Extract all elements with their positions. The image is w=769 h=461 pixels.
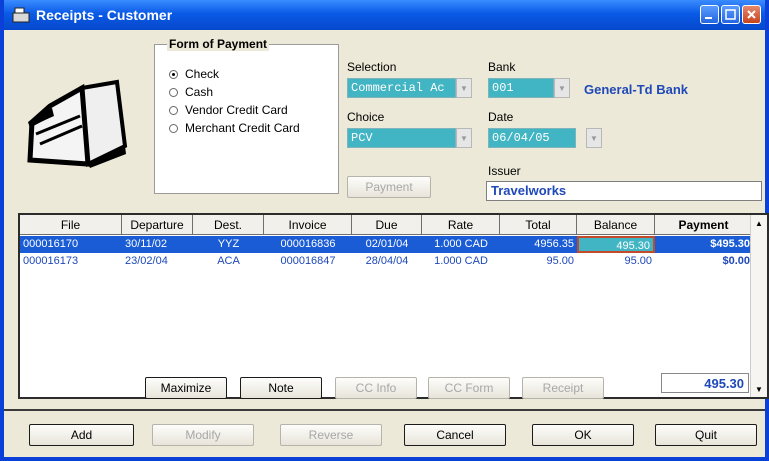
cc-form-button[interactable]: CC Form — [428, 377, 510, 399]
cell-rate: 1.000 CAD — [434, 238, 488, 250]
cash-register-illustration — [27, 79, 128, 168]
radio-cash-label: Cash — [185, 85, 214, 99]
maximize-button[interactable]: Maximize — [145, 377, 227, 399]
cell-payment: $495.30 — [710, 238, 750, 250]
scroll-down-icon[interactable]: ▼ — [751, 381, 767, 397]
choice-value: PCV — [347, 128, 456, 148]
close-icon — [747, 10, 756, 19]
add-button[interactable]: Add — [29, 424, 134, 446]
cell-invoice: 000016847 — [280, 255, 336, 267]
bank-value: 001 — [488, 78, 554, 98]
cell-balance: 95.00 — [624, 255, 652, 267]
cell-invoice: 000016836 — [280, 238, 336, 250]
radio-check-label: Check — [185, 67, 220, 81]
minimize-button[interactable] — [700, 5, 719, 24]
cell-file: 000016173 — [23, 255, 79, 267]
receipt-button[interactable]: Receipt — [522, 377, 604, 399]
issuer-field[interactable]: Travelworks — [486, 181, 762, 201]
window-title: Receipts - Customer — [36, 7, 173, 23]
date-field[interactable]: 06/04/05 ▼ — [488, 128, 602, 148]
choice-label: Choice — [347, 110, 385, 124]
cell-balance-editor[interactable]: 495.30 — [577, 236, 655, 253]
radio-vendor-credit-card-label: Vendor Credit Card — [185, 103, 288, 117]
radio-merchant-credit-card-label: Merchant Credit Card — [185, 121, 300, 135]
payment-button[interactable]: Payment — [347, 176, 431, 198]
cell-due: 02/01/04 — [365, 238, 409, 250]
issuer-label: Issuer — [488, 164, 521, 178]
form-of-payment-legend: Form of Payment — [167, 37, 270, 51]
selection-value: Commercial Ac — [347, 78, 456, 98]
minimize-icon — [705, 17, 712, 19]
receipts-window: Receipts - Customer Form of Payment Chec… — [0, 0, 769, 461]
note-button[interactable]: Note — [240, 377, 322, 399]
quit-button[interactable]: Quit — [655, 424, 757, 446]
col-due[interactable]: Due — [352, 215, 422, 235]
payment-total: 495.30 — [661, 373, 749, 393]
cc-info-button[interactable]: CC Info — [335, 377, 417, 399]
table-row[interactable]: 000016170 30/11/02 YYZ 000016836 02/01/0… — [20, 236, 753, 253]
bank-combo[interactable]: 001 ▼ — [488, 78, 570, 98]
radio-vendor-credit-card-dot[interactable] — [169, 105, 178, 115]
maximize-window-button[interactable] — [721, 5, 740, 24]
receipts-table: File Departure Dest. Invoice Due Rate To… — [18, 213, 769, 399]
col-rate[interactable]: Rate — [422, 215, 500, 235]
divider — [4, 409, 765, 411]
radio-vendor-credit-card[interactable]: Vendor Credit Card — [169, 103, 288, 117]
selection-combo[interactable]: Commercial Ac ▼ — [347, 78, 472, 98]
close-button[interactable] — [742, 5, 761, 24]
cell-file: 000016170 — [23, 238, 79, 250]
cell-dest: ACA — [217, 255, 240, 267]
radio-merchant-credit-card[interactable]: Merchant Credit Card — [169, 121, 300, 135]
form-of-payment-group: Form of Payment Check Cash Vendor Credit… — [154, 37, 339, 194]
choice-combo[interactable]: PCV ▼ — [347, 128, 472, 148]
chevron-down-icon[interactable]: ▼ — [554, 78, 570, 98]
chevron-down-icon[interactable]: ▼ — [456, 128, 472, 148]
bank-name: General-Td Bank — [584, 82, 689, 97]
modify-button[interactable]: Modify — [152, 424, 254, 446]
col-departure[interactable]: Departure — [122, 215, 193, 235]
bank-label: Bank — [488, 60, 516, 74]
cell-total: 95.00 — [546, 255, 574, 267]
maximize-icon — [725, 9, 736, 20]
col-file[interactable]: File — [20, 215, 122, 235]
cancel-button[interactable]: Cancel — [404, 424, 506, 446]
table-header: File Departure Dest. Invoice Due Rate To… — [20, 215, 753, 235]
radio-cash[interactable]: Cash — [169, 85, 213, 99]
date-value: 06/04/05 — [488, 128, 576, 148]
cell-payment: $0.00 — [722, 255, 750, 267]
col-total[interactable]: Total — [500, 215, 577, 235]
radio-check-dot[interactable] — [169, 69, 178, 79]
cell-due: 28/04/04 — [365, 255, 409, 267]
scroll-up-icon[interactable]: ▲ — [751, 215, 767, 231]
reverse-button[interactable]: Reverse — [280, 424, 382, 446]
selection-label: Selection — [347, 60, 397, 74]
chevron-down-icon[interactable]: ▼ — [456, 78, 472, 98]
col-payment[interactable]: Payment — [655, 215, 753, 235]
title-bar[interactable]: Receipts - Customer — [4, 0, 765, 30]
ok-button[interactable]: OK — [532, 424, 634, 446]
cell-dest: YYZ — [217, 238, 240, 250]
table-row[interactable]: 000016173 23/02/04 ACA 000016847 28/04/0… — [20, 253, 753, 270]
chevron-down-icon[interactable]: ▼ — [586, 128, 602, 148]
cell-rate: 1.000 CAD — [434, 255, 488, 267]
col-dest[interactable]: Dest. — [193, 215, 264, 235]
cell-total: 4956.35 — [534, 238, 574, 250]
cell-departure: 23/02/04 — [125, 255, 168, 267]
radio-cash-dot[interactable] — [169, 87, 178, 97]
date-label: Date — [488, 110, 514, 124]
table-scrollbar[interactable]: ▲ ▼ — [750, 215, 767, 397]
col-invoice[interactable]: Invoice — [264, 215, 352, 235]
radio-check[interactable]: Check — [169, 67, 219, 81]
cash-register-icon — [12, 7, 30, 23]
col-balance[interactable]: Balance — [577, 215, 655, 235]
cell-departure: 30/11/02 — [125, 238, 168, 250]
radio-merchant-credit-card-dot[interactable] — [169, 123, 178, 133]
